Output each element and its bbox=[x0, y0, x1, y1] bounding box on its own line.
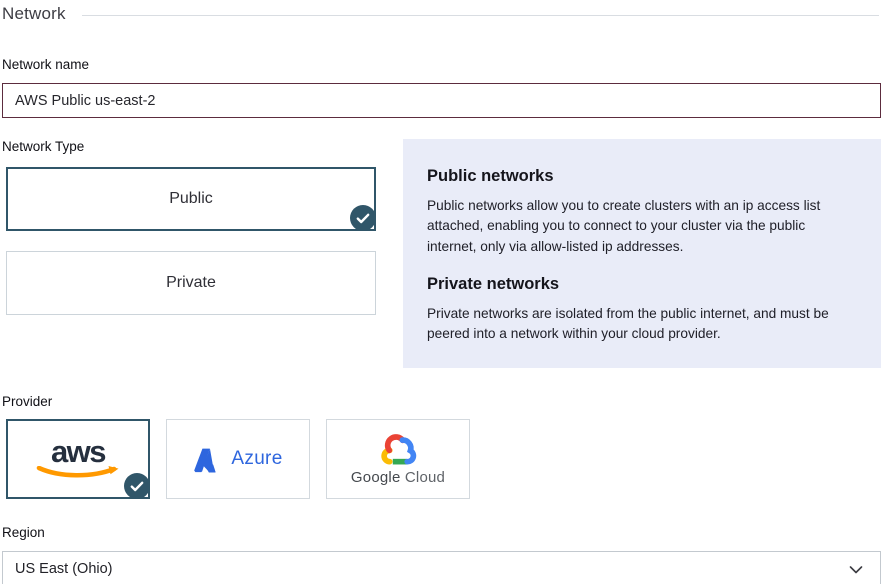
provider-option-aws[interactable]: aws bbox=[6, 419, 150, 499]
provider-option-azure[interactable]: Azure bbox=[166, 419, 310, 499]
section-title: Network bbox=[2, 4, 66, 24]
azure-icon bbox=[193, 446, 222, 473]
selected-check-badge bbox=[124, 473, 150, 499]
network-type-label: Network Type bbox=[2, 139, 376, 154]
info-section-public: Public networks Public networks allow yo… bbox=[427, 167, 857, 257]
aws-smile-arrow-icon bbox=[36, 466, 120, 479]
section-header: Network bbox=[2, 4, 881, 24]
azure-wordmark: Azure bbox=[231, 448, 282, 470]
network-type-info-box: Public networks Public networks allow yo… bbox=[403, 139, 881, 368]
aws-wordmark: aws bbox=[51, 436, 105, 467]
network-type-option-public[interactable]: Public bbox=[6, 167, 376, 231]
region-label: Region bbox=[2, 525, 881, 540]
google-cloud-wordmark: Google Cloud bbox=[351, 469, 445, 486]
info-section-private: Private networks Private networks are is… bbox=[427, 275, 857, 345]
network-type-column: Network Type Public Private bbox=[2, 139, 376, 368]
info-body: Public networks allow you to create clus… bbox=[427, 196, 857, 257]
region-select[interactable]: US East (Ohio) bbox=[2, 551, 881, 584]
region-selected-value: US East (Ohio) bbox=[15, 561, 113, 577]
network-name-label: Network name bbox=[2, 57, 881, 72]
network-type-section: Network Type Public Private Public netwo… bbox=[2, 139, 881, 368]
network-type-option-label: Private bbox=[166, 274, 216, 292]
network-type-option-label: Public bbox=[169, 190, 213, 208]
selected-check-badge bbox=[350, 205, 376, 231]
google-cloud-logo: Google Cloud bbox=[351, 433, 445, 486]
network-form: Network Network name Network Type Public… bbox=[0, 0, 887, 584]
section-divider bbox=[82, 15, 879, 16]
provider-label: Provider bbox=[2, 394, 881, 409]
check-icon bbox=[130, 481, 144, 492]
network-name-input[interactable] bbox=[2, 83, 881, 118]
google-cloud-icon bbox=[378, 433, 418, 466]
provider-options: aws Azure bbox=[6, 419, 881, 499]
check-icon bbox=[356, 213, 370, 224]
info-body: Private networks are isolated from the p… bbox=[427, 304, 857, 345]
aws-logo: aws bbox=[36, 436, 120, 479]
azure-logo: Azure bbox=[193, 446, 282, 473]
chevron-down-icon bbox=[849, 566, 863, 574]
info-heading: Public networks bbox=[427, 167, 857, 186]
info-column: Public networks Public networks allow yo… bbox=[403, 139, 881, 368]
network-type-option-private[interactable]: Private bbox=[6, 251, 376, 315]
provider-option-google-cloud[interactable]: Google Cloud bbox=[326, 419, 470, 499]
info-heading: Private networks bbox=[427, 275, 857, 294]
